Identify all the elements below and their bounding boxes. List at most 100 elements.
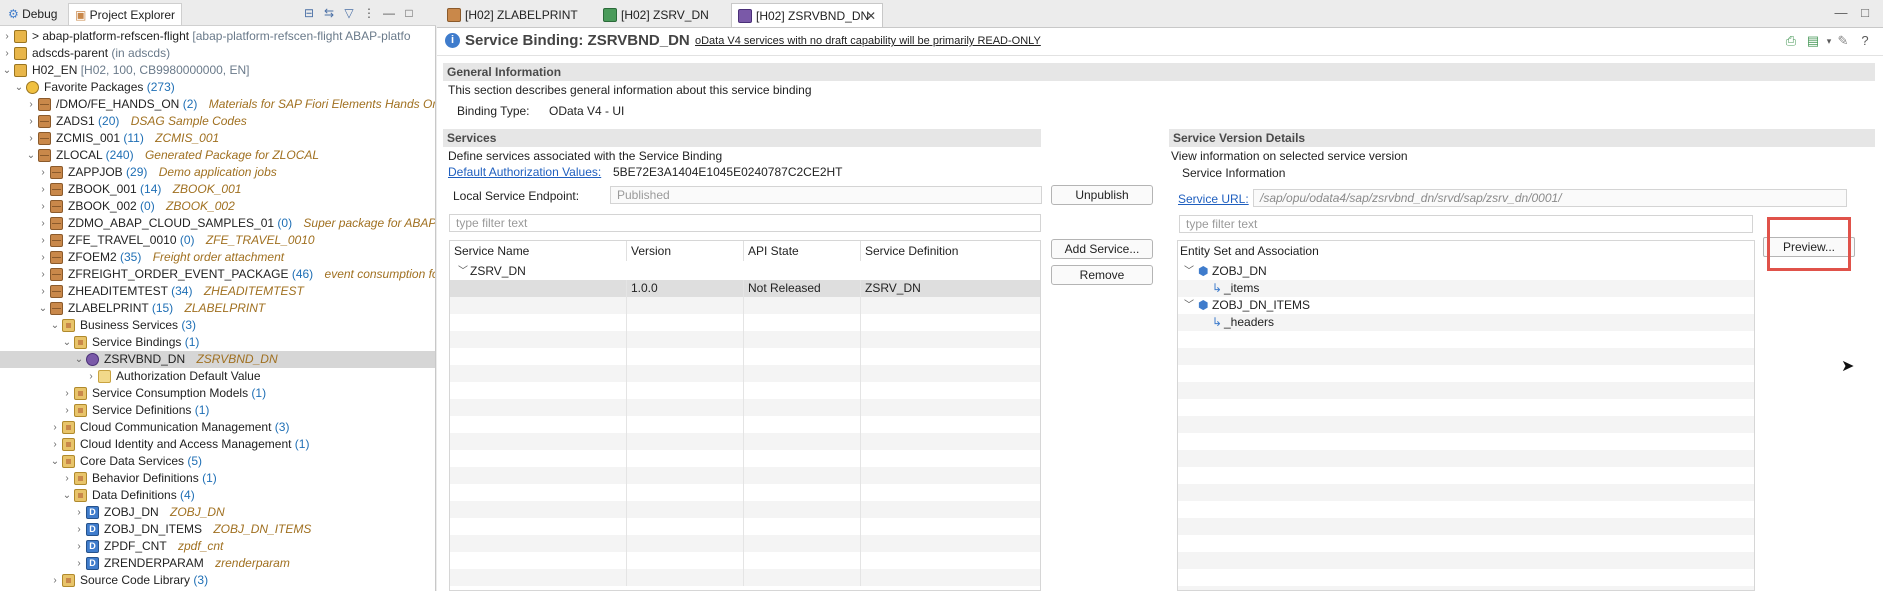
chevron-right-icon[interactable]: › xyxy=(38,249,48,266)
tree-item[interactable]: › Service Definitions (1) xyxy=(0,402,435,419)
tree-item[interactable]: ⌄ Core Data Services (5) xyxy=(0,453,435,470)
association-row[interactable]: ↳ _items xyxy=(1178,280,1754,297)
tree-item[interactable]: › ZBOOK_001 (14) ZBOOK_001 xyxy=(0,181,435,198)
chevron-right-icon[interactable]: › xyxy=(62,470,72,487)
tree-item[interactable]: ⌄ Data Definitions (4) xyxy=(0,487,435,504)
chevron-down-icon[interactable]: ⌄ xyxy=(14,79,24,96)
tree-item[interactable]: › Cloud Communication Management (3) xyxy=(0,419,435,436)
chevron-right-icon[interactable]: › xyxy=(2,28,12,45)
tree-item[interactable]: ⌄ ZSRVBND_DN ZSRVBND_DN xyxy=(0,351,435,368)
tree-item[interactable]: › ZHEADITEMTEST (34) ZHEADITEMTEST xyxy=(0,283,435,300)
association-row[interactable]: ↳ _headers xyxy=(1178,314,1754,331)
tree-item[interactable]: › ZCMIS_001 (11) ZCMIS_001 xyxy=(0,130,435,147)
editor-tab-zsrvbnd-dn[interactable]: [H02] ZSRVBND_DN ✕ xyxy=(731,3,883,27)
tree-item[interactable]: ⌄ H02_EN [H02, 100, CB9980000000, EN] xyxy=(0,62,435,79)
tree-item[interactable]: ⌄ Business Services (3) xyxy=(0,317,435,334)
tree-item[interactable]: › ZAPPJOB (29) Demo application jobs xyxy=(0,164,435,181)
entity-row[interactable]: ﹀ ⬢ ZOBJ_DN xyxy=(1178,263,1754,280)
maximize-editor-icon[interactable]: □ xyxy=(1857,6,1873,20)
chevron-right-icon[interactable]: › xyxy=(38,181,48,198)
col-api-state[interactable]: API State xyxy=(744,241,861,261)
chevron-down-icon[interactable]: ⌄ xyxy=(62,334,72,351)
tree-item[interactable]: › Behavior Definitions (1) xyxy=(0,470,435,487)
tree-item[interactable]: › > abap-platform-refscen-flight [abap-pl… xyxy=(0,28,435,45)
tree-item[interactable]: › adscds-parent (in adscds) xyxy=(0,45,435,62)
chevron-right-icon[interactable]: › xyxy=(26,113,36,130)
col-version[interactable]: Version xyxy=(627,241,744,261)
entity-filter-input[interactable]: type filter text xyxy=(1179,215,1753,233)
chevron-down-icon[interactable]: ⌄ xyxy=(50,453,60,470)
chevron-down-icon[interactable]: ⌄ xyxy=(62,487,72,504)
tree-item[interactable]: ⌄ Service Bindings (1) xyxy=(0,334,435,351)
tree-item[interactable]: › ZBOOK_002 (0) ZBOOK_002 xyxy=(0,198,435,215)
chevron-right-icon[interactable]: › xyxy=(38,283,48,300)
col-service-name[interactable]: Service Name xyxy=(450,241,627,261)
services-filter-input[interactable]: type filter text xyxy=(449,214,1041,232)
col-service-definition[interactable]: Service Definition xyxy=(861,241,1040,261)
entity-row[interactable]: ﹀ ⬢ ZOBJ_DN_ITEMS xyxy=(1178,297,1754,314)
remove-button[interactable]: Remove xyxy=(1051,265,1153,285)
tree-item[interactable]: › ZFOEM2 (35) Freight order attachment xyxy=(0,249,435,266)
edit-icon[interactable]: ✎ xyxy=(1835,34,1851,48)
tree-item[interactable]: › Source Code Library (3) xyxy=(0,572,435,589)
service-group-row[interactable]: ﹀ ZSRV_DN xyxy=(450,263,1040,280)
chevron-down-icon[interactable]: ⌄ xyxy=(50,317,60,334)
tree-item[interactable]: › ZFE_TRAVEL_0010 (0) ZFE_TRAVEL_0010 xyxy=(0,232,435,249)
editor-tab-zsrv-dn[interactable]: [H02] ZSRV_DN xyxy=(597,3,725,27)
help-icon[interactable]: ? xyxy=(1857,34,1873,48)
chevron-right-icon[interactable]: › xyxy=(86,368,96,385)
tree-item[interactable]: ⌄ ZLABELPRINT (15) ZLABELPRINT xyxy=(0,300,435,317)
default-authorization-link[interactable]: Default Authorization Values: xyxy=(448,165,601,179)
chevron-right-icon[interactable]: › xyxy=(50,419,60,436)
close-tab-icon[interactable]: ✕ xyxy=(866,4,876,28)
tree-item[interactable]: ⌄ ZLOCAL (240) Generated Package for ZLOC… xyxy=(0,147,435,164)
link-editor-icon[interactable]: ⇆ xyxy=(322,6,336,20)
chevron-right-icon[interactable]: › xyxy=(38,215,48,232)
tree-item[interactable]: › D ZOBJ_DN_ITEMS ZOBJ_DN_ITEMS xyxy=(0,521,435,538)
maximize-icon[interactable]: □ xyxy=(402,6,416,20)
chevron-right-icon[interactable]: › xyxy=(38,232,48,249)
table-row[interactable]: 1.0.0 Not Released ZSRV_DN xyxy=(450,280,1040,297)
chevron-down-icon[interactable]: ﹀ xyxy=(1180,263,1194,280)
chevron-right-icon[interactable]: › xyxy=(74,521,84,538)
chevron-down-icon[interactable]: ﹀ xyxy=(1180,297,1194,314)
chevron-right-icon[interactable]: › xyxy=(38,266,48,283)
tree-item[interactable]: › ZADS1 (20) DSAG Sample Codes xyxy=(0,113,435,130)
tree-item[interactable]: › ZDMO_ABAP_CLOUD_SAMPLES_01 (0) Super pa… xyxy=(0,215,435,232)
tree-item[interactable]: › D ZOBJ_DN ZOBJ_DN xyxy=(0,504,435,521)
chevron-right-icon[interactable]: › xyxy=(2,45,12,62)
tree-item[interactable]: › /DMO/FE_HANDS_ON (2) Materials for SAP … xyxy=(0,96,435,113)
tab-debug[interactable]: ⚙ Debug xyxy=(2,3,63,25)
collapse-all-icon[interactable]: ⊟ xyxy=(302,6,316,20)
draft-info-link[interactable]: oData V4 services with no draft capabili… xyxy=(695,35,1041,47)
view-menu-icon[interactable]: ⋮ xyxy=(362,6,376,20)
chevron-right-icon[interactable]: › xyxy=(74,538,84,555)
chevron-right-icon[interactable]: › xyxy=(74,504,84,521)
tree-item[interactable]: › Cloud Identity and Access Management (1… xyxy=(0,436,435,453)
chevron-down-icon[interactable]: ⌄ xyxy=(74,351,84,368)
filter-icon[interactable]: ▽ xyxy=(342,6,356,20)
chevron-right-icon[interactable]: › xyxy=(26,96,36,113)
tree-item[interactable]: › D ZPDF_CNT zpdf_cnt xyxy=(0,538,435,555)
service-url-link[interactable]: Service URL: xyxy=(1178,192,1249,206)
chevron-right-icon[interactable]: › xyxy=(50,572,60,589)
tree-item[interactable]: › Authorization Default Value xyxy=(0,368,435,385)
chevron-right-icon[interactable]: › xyxy=(38,198,48,215)
chevron-right-icon[interactable]: › xyxy=(38,164,48,181)
tree-item[interactable]: ⌄ Favorite Packages (273) xyxy=(0,79,435,96)
add-service-button[interactable]: Add Service... xyxy=(1051,239,1153,259)
minimize-icon[interactable]: — xyxy=(382,6,396,20)
minimize-editor-icon[interactable]: — xyxy=(1833,6,1849,20)
chevron-right-icon[interactable]: › xyxy=(26,130,36,147)
tree-item[interactable]: › ZFREIGHT_ORDER_EVENT_PACKAGE (46) event… xyxy=(0,266,435,283)
chevron-right-icon[interactable]: › xyxy=(74,555,84,572)
run-icon[interactable]: ▤ xyxy=(1805,34,1821,48)
unpublish-button[interactable]: Unpublish xyxy=(1051,185,1153,205)
tree-item[interactable]: › D ZRENDERPARAM zrenderparam xyxy=(0,555,435,572)
chevron-down-icon[interactable]: ⌄ xyxy=(2,62,12,79)
chevron-right-icon[interactable]: › xyxy=(62,385,72,402)
editor-tab-zlabelprint[interactable]: [H02] ZLABELPRINT xyxy=(441,3,591,27)
chevron-down-icon[interactable]: ⌄ xyxy=(38,300,48,317)
export-icon[interactable]: ⎙ xyxy=(1783,34,1799,48)
chevron-right-icon[interactable]: › xyxy=(50,436,60,453)
